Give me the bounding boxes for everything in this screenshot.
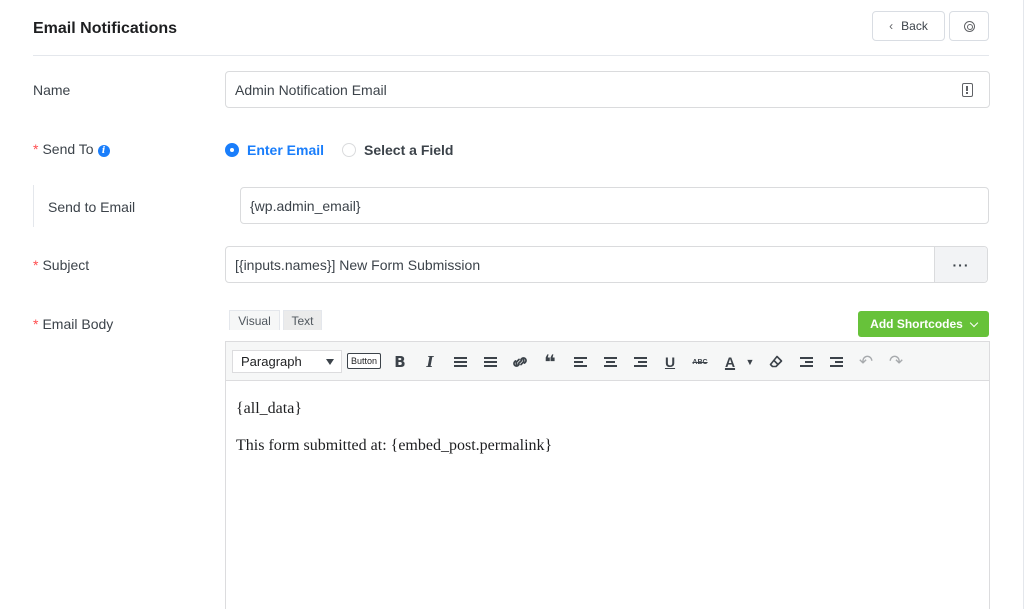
redo-icon[interactable]: ↷	[886, 352, 906, 371]
undo-icon[interactable]: ↶	[856, 352, 876, 371]
align-left-icon[interactable]	[570, 353, 590, 371]
email-body-editor: Paragraph Button B I ❝ U ABC A ▼ ↶ ↷ {al…	[225, 341, 990, 609]
subject-input[interactable]: [{inputs.names}] New Form Submission ···	[225, 246, 988, 283]
align-right-icon[interactable]	[630, 353, 650, 371]
chevron-left-icon: ‹	[889, 19, 894, 33]
align-center-icon[interactable]	[600, 353, 620, 371]
header-divider	[33, 55, 989, 56]
text-color-dropdown-icon[interactable]: ▼	[740, 353, 760, 371]
send-to-email-label: Send to Email	[48, 199, 136, 215]
radio-unchecked-icon	[342, 143, 356, 157]
radio-enter-email-label: Enter Email	[247, 142, 325, 158]
bullet-list-icon[interactable]	[450, 353, 470, 371]
editor-content[interactable]: {all_data} This form submitted at: {embe…	[236, 400, 552, 474]
strikethrough-icon[interactable]: ABC	[690, 353, 710, 371]
add-shortcodes-label: Add Shortcodes	[870, 317, 963, 331]
bold-icon[interactable]: B	[390, 353, 410, 371]
required-asterisk: *	[33, 316, 39, 332]
clear-formatting-icon[interactable]	[766, 353, 786, 371]
required-asterisk: *	[33, 141, 39, 157]
subject-label: * Subject	[33, 257, 89, 273]
back-button[interactable]: ‹ Back	[872, 11, 945, 41]
text-color-icon[interactable]: A	[720, 353, 740, 371]
underline-icon[interactable]: U	[660, 353, 680, 371]
chevron-down-icon	[969, 318, 979, 327]
name-label: Name	[33, 82, 71, 98]
name-input[interactable]: Admin Notification Email	[225, 71, 990, 108]
format-select-value: Paragraph	[241, 354, 302, 369]
sub-field-indicator	[33, 185, 34, 227]
subject-label-text: Subject	[42, 257, 90, 273]
send-to-email-value: {wp.admin_email}	[250, 197, 361, 214]
page-title: Email Notifications	[33, 20, 178, 37]
back-button-label: Back	[901, 19, 928, 33]
send-to-label-text: Send To	[42, 141, 94, 157]
outdent-icon[interactable]	[796, 353, 816, 371]
radio-select-field[interactable]: Select a Field	[342, 142, 453, 158]
indent-icon[interactable]	[826, 353, 846, 371]
radio-enter-email[interactable]: Enter Email	[225, 142, 324, 158]
caret-down-icon	[326, 359, 334, 365]
add-shortcodes-button[interactable]: Add Shortcodes	[858, 311, 989, 337]
editor-toolbar: Paragraph Button B I ❝ U ABC A ▼ ↶ ↷	[226, 342, 989, 381]
tab-visual[interactable]: Visual	[229, 310, 280, 330]
italic-icon[interactable]: I	[420, 353, 440, 371]
paragraph-format-select[interactable]: Paragraph	[232, 350, 342, 373]
radio-checked-icon	[225, 143, 239, 157]
send-to-label: * Send To i	[33, 141, 110, 157]
tab-text[interactable]: Text	[283, 310, 322, 330]
link-icon[interactable]	[510, 353, 530, 371]
name-input-value: Admin Notification Email	[235, 81, 387, 98]
email-body-label-text: Email Body	[42, 316, 114, 332]
email-notifications-page: Email Notifications ‹ Back Name Admin No…	[0, 0, 1024, 609]
shortcode-clipboard-icon[interactable]	[962, 83, 973, 97]
help-button[interactable]	[949, 11, 989, 41]
send-to-email-input[interactable]: {wp.admin_email}	[240, 187, 989, 224]
required-asterisk: *	[33, 257, 39, 273]
info-icon[interactable]: i	[97, 145, 110, 157]
lifebuoy-icon	[963, 20, 975, 32]
more-options-button[interactable]: ···	[934, 247, 987, 282]
insert-button-tool[interactable]: Button	[347, 353, 382, 369]
subject-value: [{inputs.names}] New Form Submission	[235, 256, 481, 273]
numbered-list-icon[interactable]	[480, 353, 500, 371]
content-line: This form submitted at: {embed_post.perm…	[236, 437, 553, 454]
radio-select-field-label: Select a Field	[364, 142, 454, 158]
blockquote-icon[interactable]: ❝	[540, 350, 560, 374]
content-line: {all_data}	[236, 400, 302, 417]
email-body-label: * Email Body	[33, 316, 113, 332]
